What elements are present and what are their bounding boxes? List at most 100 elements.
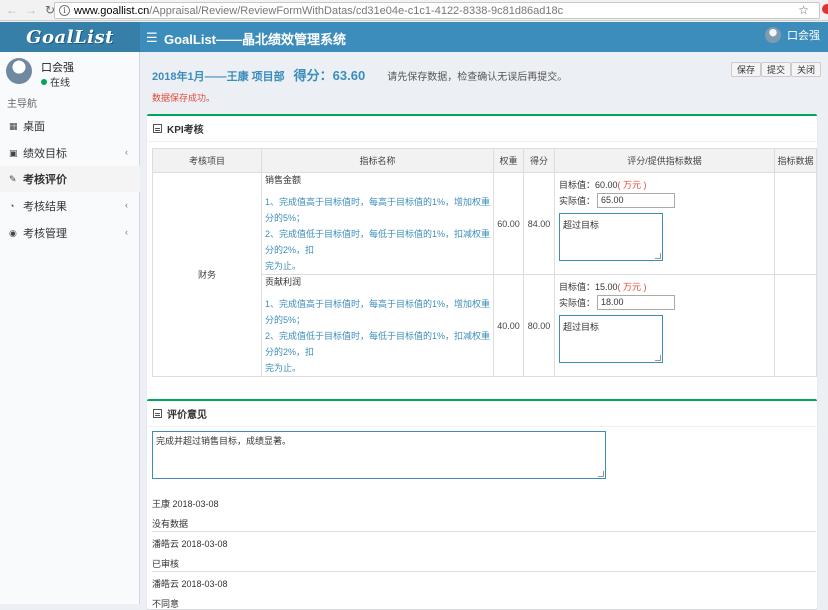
save-button[interactable]: 保存 bbox=[731, 62, 762, 77]
comment-author-date: 王康 2018-03-08 bbox=[152, 499, 219, 509]
indicator-cell: 贡献利润 1、完成值高于目标值时，每高于目标值的1%，增加权重分的5%； 2、完… bbox=[261, 274, 494, 377]
kpi-category: 财务 bbox=[152, 172, 262, 377]
unit-label: ( 万元 ) bbox=[617, 180, 647, 190]
kpi-panel-header: KPI考核 bbox=[147, 116, 817, 142]
close-button[interactable]: 关闭 bbox=[791, 62, 822, 77]
comment-author-date: 潘皓云 2018-03-08 bbox=[152, 539, 228, 549]
grid-icon: ▦ bbox=[9, 120, 18, 131]
sidebar-item-label: 考核结果 bbox=[23, 201, 67, 213]
sidebar-item-goals[interactable]: ▣ 绩效目标 ‹ bbox=[0, 140, 140, 166]
weight-cell: 40.00 bbox=[493, 274, 524, 377]
resize-grip-icon[interactable] bbox=[655, 355, 661, 361]
online-dot-icon bbox=[41, 78, 47, 85]
avatar bbox=[6, 58, 32, 84]
evaluation-cell: 目标值：60.00( 万元 ) 实际值： 65.00 超过目标 bbox=[554, 172, 775, 275]
indicator-name: 销售金额 bbox=[265, 175, 302, 185]
indicator-rule: 2、完成值低于目标值时，每低于目标值的1%，扣减权重分的2%，扣 bbox=[265, 331, 491, 357]
comment-text: 已审核 bbox=[152, 559, 180, 569]
main-content: 2018年1月——王康 项目部 得分：63.60 请先保存数据，检查确认无误后再… bbox=[141, 52, 828, 609]
page-header: 2018年1月——王康 项目部 得分：63.60 请先保存数据，检查确认无误后再… bbox=[152, 65, 567, 84]
indicator-data-cell bbox=[774, 274, 817, 377]
browser-toolbar: ← → ↻ i www.goallist.cn /Appraisal/Revie… bbox=[0, 0, 828, 21]
hint-text: 请先保存数据，检查确认无误后再提交。 bbox=[387, 72, 568, 83]
resize-grip-icon[interactable] bbox=[655, 253, 661, 259]
review-period: 2018年1月——王康 项目部 bbox=[152, 71, 285, 83]
evaluation-cell: 目标值：15.00( 万元 ) 实际值： 18.00 超过目标 bbox=[554, 274, 775, 377]
bookmark-star-icon[interactable]: ☆ bbox=[798, 3, 809, 17]
opinion-panel-header: 评价意见 bbox=[147, 401, 817, 427]
sidebar-item-label: 绩效目标 bbox=[23, 148, 67, 160]
evaluation-comment-textarea[interactable]: 超过目标 bbox=[559, 213, 663, 261]
column-header: 指标数据 bbox=[774, 148, 817, 173]
comment-text: 没有数据 bbox=[152, 519, 189, 529]
column-header: 权重 bbox=[493, 148, 524, 173]
divider bbox=[152, 531, 816, 532]
unit-label: ( 万元 ) bbox=[617, 282, 647, 292]
actual-label: 实际值： bbox=[559, 298, 596, 308]
actual-value-input[interactable]: 18.00 bbox=[597, 295, 676, 310]
url-path: /Appraisal/Review/ReviewFormWithDatas/cd… bbox=[149, 4, 564, 17]
total-score: 得分：63.60 bbox=[293, 68, 366, 83]
list-icon bbox=[153, 124, 162, 133]
kpi-table: 考核项目 指标名称 权重 得分 评分/提供指标数据 指标数据 财务 销售金额 1… bbox=[152, 148, 817, 377]
actual-value-input[interactable]: 65.00 bbox=[597, 193, 676, 208]
comment-item: 王康 2018-03-08 没有数据 bbox=[152, 497, 816, 532]
sidebar-section-title: 主导航 bbox=[7, 99, 37, 110]
comment-author-date: 潘皓云 2018-03-08 bbox=[152, 579, 228, 589]
divider bbox=[152, 571, 816, 572]
save-success-message: 数据保存成功。 bbox=[152, 93, 216, 103]
chevron-left-icon: ‹ bbox=[125, 227, 128, 237]
user-name: 口会强 bbox=[787, 30, 820, 42]
resize-grip-icon[interactable] bbox=[598, 471, 604, 477]
sidebar-item-desktop[interactable]: ▦ 桌面 bbox=[0, 113, 140, 139]
actual-value-row: 实际值： 65.00 bbox=[559, 193, 770, 208]
sidebar-user-name: 口会强 bbox=[41, 62, 74, 74]
pie-icon: ◔ bbox=[9, 201, 15, 211]
sidebar-item-label: 桌面 bbox=[23, 121, 45, 133]
indicator-data-cell bbox=[774, 172, 817, 275]
column-header: 指标名称 bbox=[261, 148, 494, 173]
extension-icon[interactable] bbox=[822, 4, 828, 14]
sidebar-item-management[interactable]: ◉ 考核管理 ‹ bbox=[0, 220, 140, 246]
online-status-label: 在线 bbox=[50, 78, 70, 89]
back-icon[interactable]: ← bbox=[5, 3, 19, 17]
comment-item: 潘皓云 2018-03-08 不同意 bbox=[152, 577, 816, 610]
table-row: 财务 销售金额 1、完成值高于目标值时，每高于目标值的1%，增加权重分的5%； … bbox=[152, 172, 817, 377]
opinion-textarea[interactable]: 完成并超过销售目标，成绩显著。 bbox=[152, 431, 606, 479]
logo[interactable]: GoalList bbox=[0, 22, 140, 52]
table-header-row: 考核项目 指标名称 权重 得分 评分/提供指标数据 指标数据 bbox=[152, 148, 817, 173]
opinion-text: 完成并超过销售目标，成绩显著。 bbox=[156, 436, 292, 446]
actual-value-row: 实际值： 18.00 bbox=[559, 295, 770, 310]
logo-text: GoalList bbox=[26, 26, 114, 48]
info-icon[interactable]: i bbox=[59, 5, 70, 16]
address-bar[interactable]: i www.goallist.cn /Appraisal/Review/Revi… bbox=[54, 2, 820, 19]
gauge-icon: ◉ bbox=[9, 227, 17, 238]
sidebar-item-review[interactable]: ✎ 考核评价 bbox=[0, 166, 140, 192]
column-header: 得分 bbox=[523, 148, 555, 173]
sidebar-item-results[interactable]: ◔ 考核结果 ‹ bbox=[0, 193, 140, 219]
indicator-rule: 完为止。 bbox=[265, 363, 302, 373]
sidebar-toggle-icon[interactable]: ☰ bbox=[146, 30, 158, 46]
evaluation-comment-textarea[interactable]: 超过目标 bbox=[559, 315, 663, 363]
evaluation-comment-text: 超过目标 bbox=[563, 220, 600, 230]
indicator-rule: 完为止。 bbox=[265, 261, 302, 271]
sidebar-item-label: 考核评价 bbox=[23, 174, 67, 186]
score-cell: 84.00 bbox=[523, 172, 555, 275]
column-header: 考核项目 bbox=[152, 148, 262, 173]
evaluation-comment-text: 超过目标 bbox=[563, 322, 600, 332]
indicator-cell: 销售金额 1、完成值高于目标值时，每高于目标值的1%，增加权重分的5%； 2、完… bbox=[261, 172, 494, 275]
score-cell: 80.00 bbox=[523, 274, 555, 377]
target-label: 目标值：60.00 bbox=[559, 180, 618, 190]
kpi-panel-title: KPI考核 bbox=[167, 125, 204, 136]
edit-icon: ✎ bbox=[9, 173, 17, 184]
sidebar-item-label: 考核管理 bbox=[23, 228, 67, 240]
list-icon bbox=[153, 409, 162, 418]
indicator-rule: 2、完成值低于目标值时，每低于目标值的1%，扣减权重分的2%，扣 bbox=[265, 229, 491, 255]
forward-icon[interactable]: → bbox=[24, 3, 38, 17]
opinion-panel: 评价意见 完成并超过销售目标，成绩显著。 王康 2018-03-08 没有数据 … bbox=[147, 399, 817, 609]
submit-button[interactable]: 提交 bbox=[761, 62, 792, 77]
user-menu[interactable]: 口会强 bbox=[765, 27, 820, 43]
comment-item: 潘皓云 2018-03-08 已审核 bbox=[152, 537, 816, 572]
kpi-panel: KPI考核 考核项目 指标名称 权重 得分 评分/提供指标数据 指标数据 财务 … bbox=[147, 114, 817, 433]
opinion-panel-title: 评价意见 bbox=[167, 410, 207, 421]
